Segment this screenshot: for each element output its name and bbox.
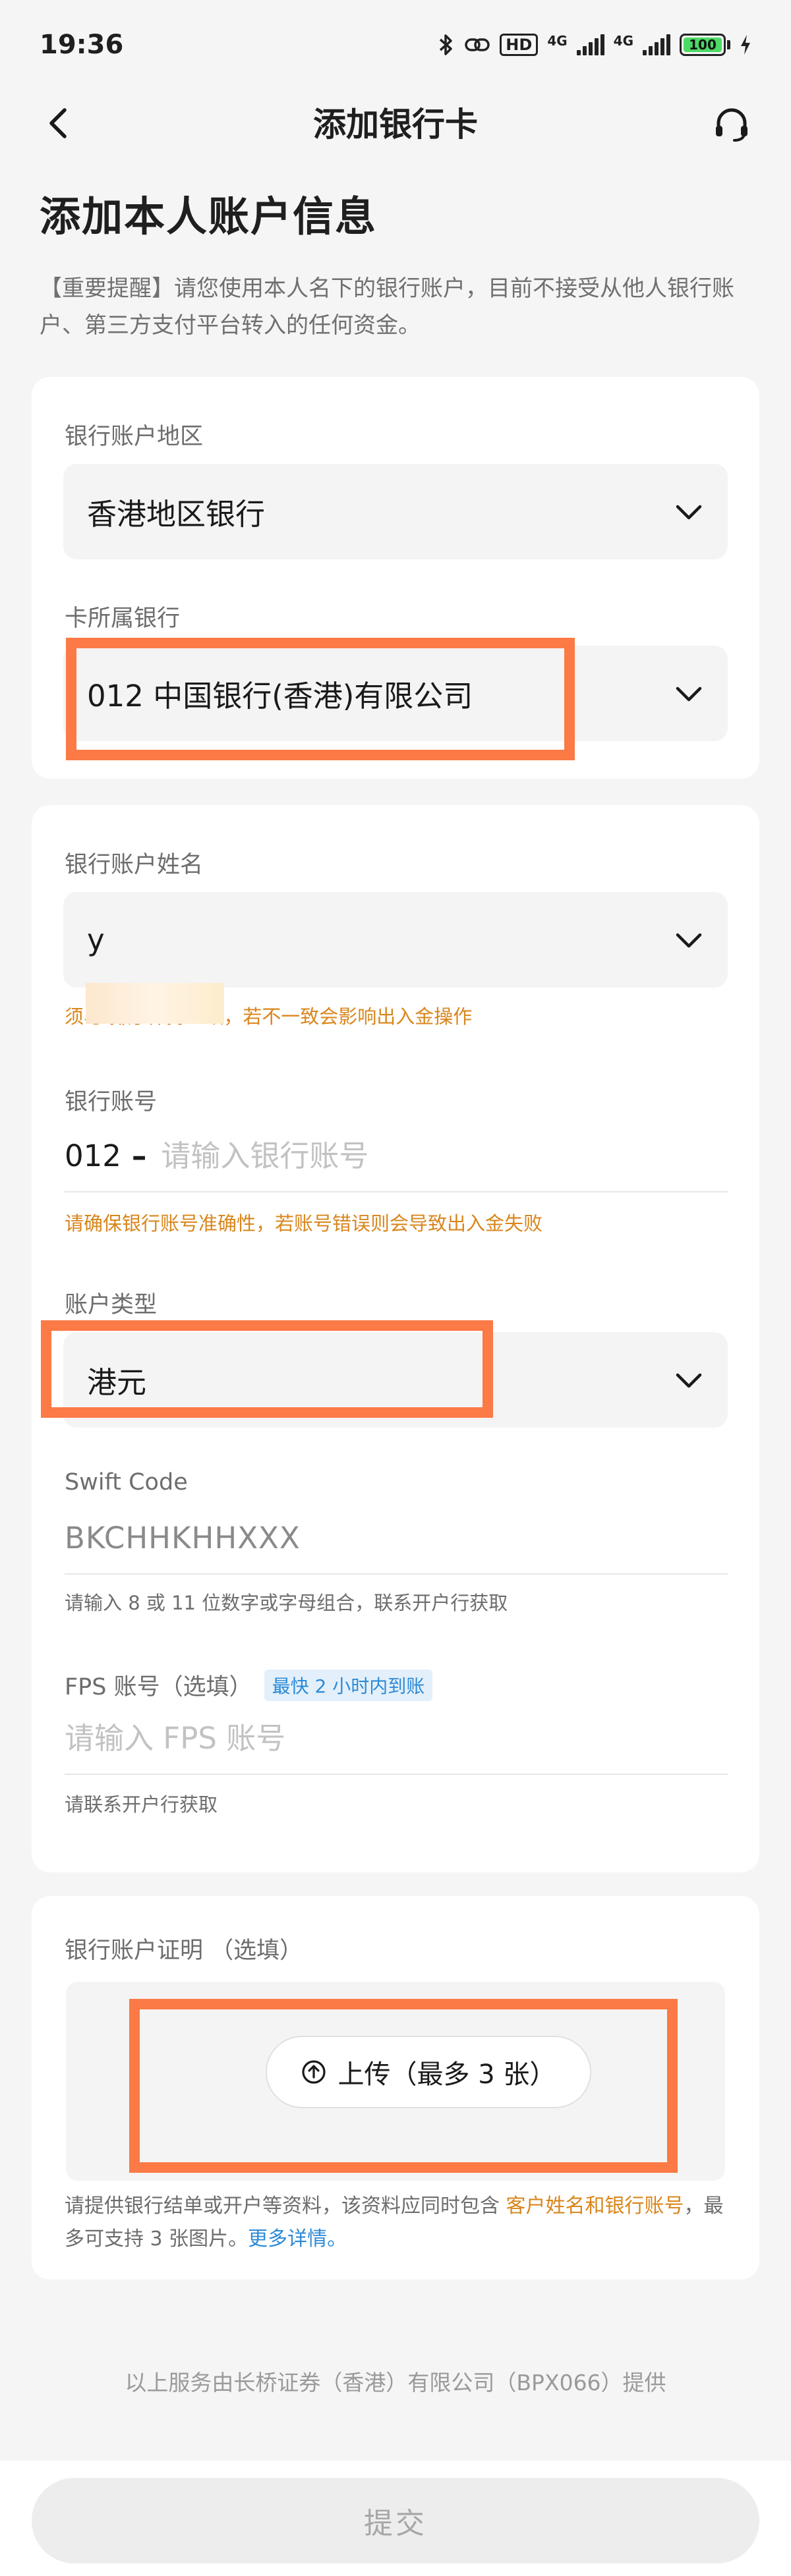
network-label-2: 4G [613, 32, 633, 49]
account-name-label: 银行账户姓名 [65, 852, 204, 878]
account-name-value: y [87, 922, 105, 957]
status-bar: 19:36 HD 4G 4G 100 [0, 0, 791, 89]
fps-input[interactable] [65, 1720, 728, 1756]
account-name-hint: 须与 排序保持一致，若不一致会影响出入金操作 [65, 1005, 473, 1028]
status-icons: HD 4G 4G 100 [438, 33, 751, 57]
submit-button[interactable]: 提交 [32, 2478, 759, 2563]
fps-label-row: FPS 账号（选填） 最快 2 小时内到账 [65, 1668, 433, 1702]
charging-icon [741, 34, 750, 55]
page-title: 添加银行卡 [313, 105, 478, 144]
bank-region-value: 香港地区银行 [87, 497, 266, 532]
link-icon [465, 38, 490, 51]
proof-desc-highlight: 客户姓名和银行账号 [506, 2195, 684, 2218]
battery-icon: 100 [680, 33, 730, 56]
account-proof-card: 银行账户证明 （选填） 上传（最多 3 张） 请提供银行结单或开户等资料，该资料… [32, 1896, 759, 2280]
fps-label: FPS 账号（选填） [65, 1674, 252, 1700]
nav-bar: 添加银行卡 [0, 89, 791, 155]
bank-region-card: 银行账户地区 香港地区银行 卡所属银行 012 中国银行(香港)有限公司 [32, 377, 759, 779]
account-type-select[interactable]: 港元 [63, 1332, 728, 1428]
important-notice: 【重要提醒】请您使用本人名下的银行账户，目前不接受从他人银行账户、第三方支付平台… [40, 275, 734, 339]
battery-level: 100 [684, 37, 722, 53]
hd-badge: HD [500, 33, 539, 56]
account-name-select[interactable]: y [63, 892, 728, 988]
account-type-label: 账户类型 [65, 1292, 158, 1318]
fps-hint: 请联系开户行获取 [65, 1793, 218, 1816]
fps-speed-badge: 最快 2 小时内到账 [264, 1669, 433, 1701]
chevron-down-icon [676, 686, 702, 701]
account-number-input[interactable] [161, 1138, 728, 1173]
more-details-link[interactable]: 更多详情。 [248, 2227, 347, 2251]
section-heading: 添加本人账户信息 [40, 192, 378, 240]
bank-name-label: 卡所属银行 [65, 605, 181, 632]
upload-arrow-icon [301, 2060, 326, 2084]
service-provider-note: 以上服务由长桥证券（香港）有限公司（BPX066）提供 [125, 2370, 666, 2395]
fps-field[interactable] [65, 1702, 728, 1775]
bank-region-select[interactable]: 香港地区银行 [63, 464, 728, 559]
bank-name-value: 012 中国银行(香港)有限公司 [87, 679, 473, 714]
proof-description: 请提供银行结单或开户等资料，该资料应同时包含 客户姓名和银行账号，最多可支持 3… [65, 2190, 730, 2256]
account-number-field[interactable]: 012 – [65, 1120, 728, 1192]
swift-code-value: BKCHHKHHXXX [65, 1520, 301, 1555]
account-number-prefix: 012 [65, 1138, 121, 1173]
chevron-down-icon [676, 933, 702, 947]
upload-button-label: 上传（最多 3 张） [337, 2059, 556, 2090]
swift-code-label: Swift Code [65, 1469, 188, 1496]
upload-area[interactable]: 上传（最多 3 张） [66, 1982, 725, 2181]
headset-icon[interactable] [711, 103, 753, 146]
status-time: 19:36 [40, 29, 124, 60]
account-details-card: 银行账户姓名 y 须与 排序保持一致，若不一致会影响出入金操作 银行账号 012… [32, 805, 759, 1872]
bluetooth-icon [440, 34, 453, 55]
bank-name-select[interactable]: 012 中国银行(香港)有限公司 [63, 646, 728, 741]
account-type-value: 港元 [87, 1365, 147, 1400]
upload-button[interactable]: 上传（最多 3 张） [266, 2036, 591, 2108]
swift-code-field[interactable]: BKCHHKHHXXX [65, 1502, 728, 1575]
chevron-left-icon[interactable] [41, 105, 78, 142]
proof-desc-text: 请提供银行结单或开户等资料，该资料应同时包含 [65, 2195, 506, 2218]
bottom-bar: 提交 [0, 2461, 791, 2576]
account-number-hint: 请确保银行账号准确性，若账号错误则会导致出入金失败 [65, 1212, 543, 1235]
bank-region-label: 银行账户地区 [65, 424, 204, 450]
network-label-1: 4G [547, 32, 568, 49]
account-number-label: 银行账号 [65, 1089, 158, 1115]
chevron-down-icon [676, 505, 702, 519]
swift-code-hint: 请输入 8 或 11 位数字或字母组合，联系开户行获取 [65, 1592, 508, 1614]
signal-icon [576, 34, 604, 55]
chevron-down-icon [676, 1373, 702, 1387]
signal-icon [643, 34, 670, 55]
proof-label: 银行账户证明 （选填） [65, 1938, 303, 1964]
account-number-dash: – [131, 1138, 147, 1173]
